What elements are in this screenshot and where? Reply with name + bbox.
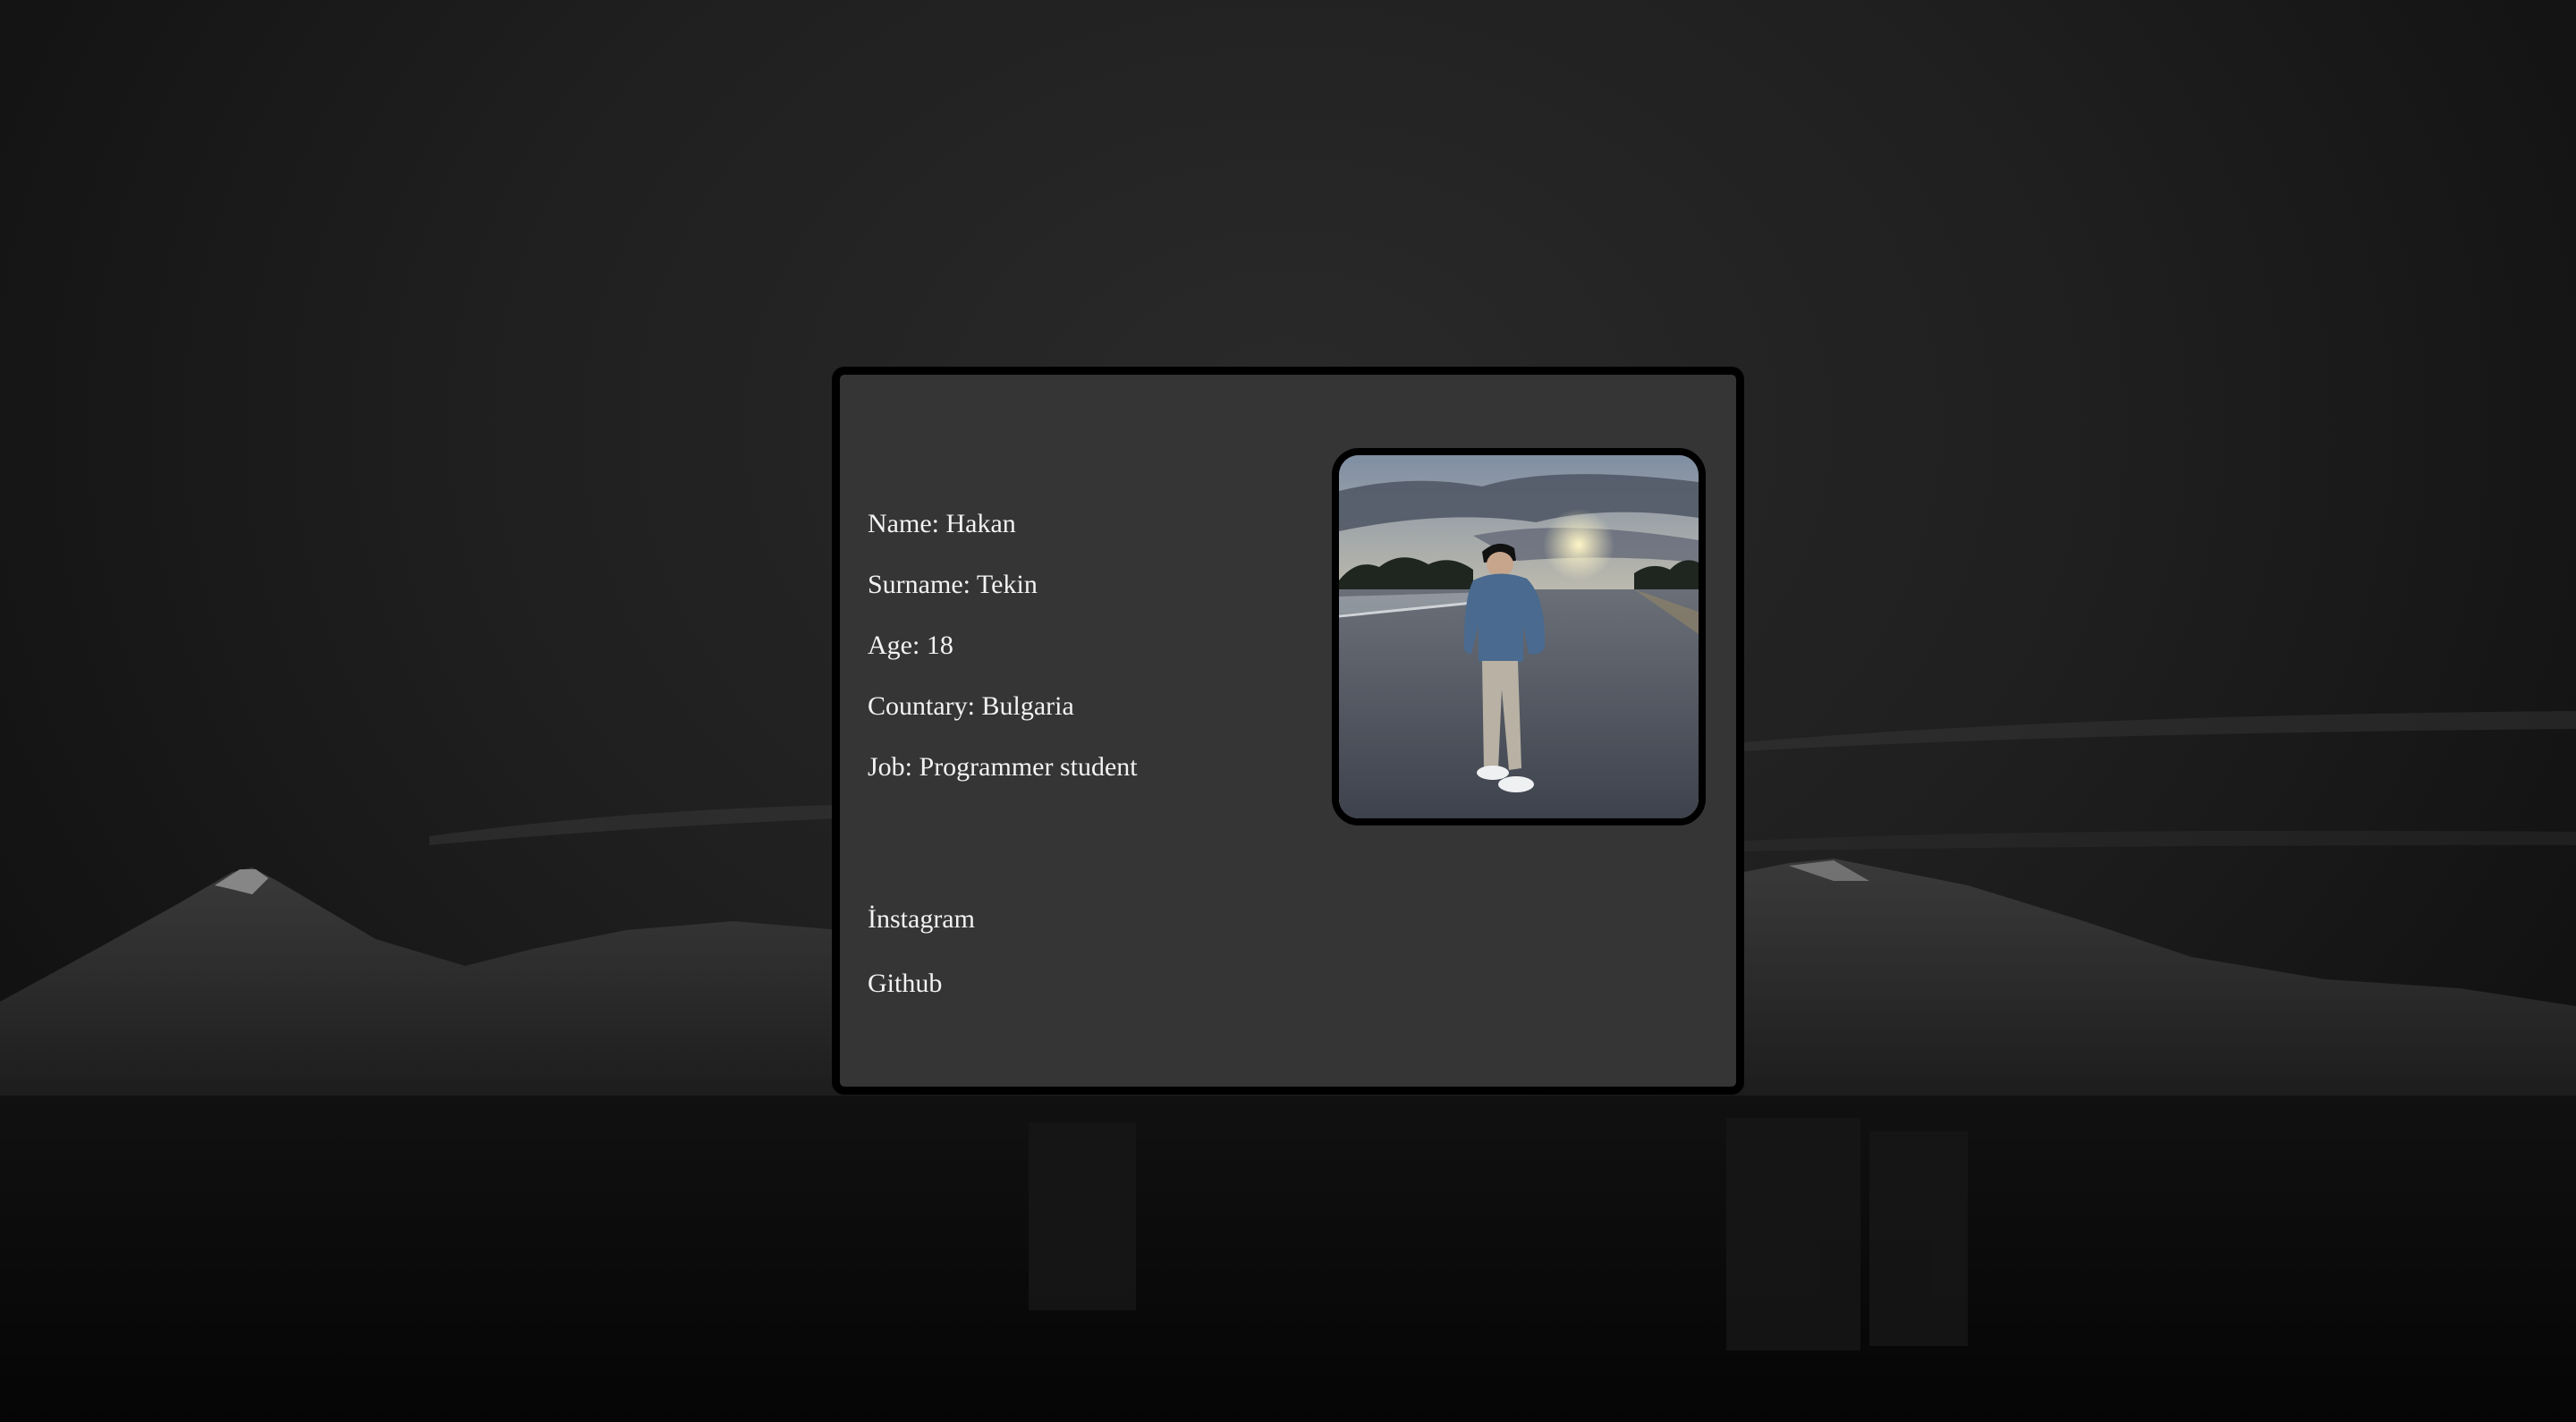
- social-links: İnstagram Github: [868, 887, 975, 1016]
- name-line: Name: Hakan: [868, 509, 1016, 538]
- job-line: Job: Programmer student: [868, 752, 1138, 782]
- instagram-link[interactable]: İnstagram: [868, 887, 975, 952]
- github-link[interactable]: Github: [868, 952, 975, 1016]
- surname-line: Surname: Tekin: [868, 570, 1038, 599]
- profile-photo-image: [1339, 455, 1699, 818]
- age-line: Age: 18: [868, 631, 953, 660]
- page: Name: Hakan Surname: Tekin Age: 18 Count…: [0, 0, 2576, 1422]
- country-line: Countary: Bulgaria: [868, 691, 1074, 721]
- profile-card: Name: Hakan Surname: Tekin Age: 18 Count…: [832, 367, 1744, 1095]
- profile-photo: [1332, 448, 1706, 825]
- profile-info: Name: Hakan Surname: Tekin Age: 18 Count…: [868, 494, 1138, 798]
